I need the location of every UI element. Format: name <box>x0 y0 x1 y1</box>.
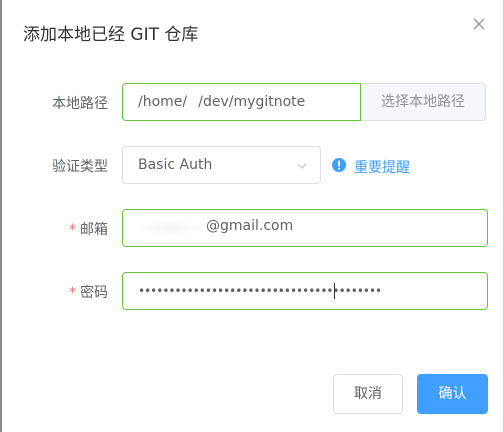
password-label-text: 密码 <box>80 285 108 301</box>
close-icon[interactable] <box>471 16 487 32</box>
text-caret <box>334 283 335 299</box>
password-label: * 密码 <box>18 282 108 302</box>
auth-type-label: 验证类型 <box>52 159 108 175</box>
dialog-title: 添加本地已经 GIT 仓库 <box>23 25 199 45</box>
choose-local-path-button[interactable]: 选择本地路径 <box>361 83 486 121</box>
local-path-label: 本地路径 <box>52 96 108 112</box>
add-git-repo-dialog: 添加本地已经 GIT 仓库 本地路径 /home/ /dev/mygitnote… <box>2 0 503 432</box>
required-mark: * <box>69 285 76 301</box>
auth-type-select[interactable]: Basic Auth <box>122 146 321 184</box>
cancel-button[interactable]: 取消 <box>333 374 403 414</box>
email-domain-text: @gmail.com <box>206 218 294 234</box>
chevron-down-icon[interactable] <box>296 160 308 172</box>
email-label-text: 邮箱 <box>80 222 108 238</box>
warning-circle-icon <box>332 158 346 172</box>
confirm-button[interactable]: 确认 <box>417 374 488 414</box>
local-path-input[interactable]: /home/ /dev/mygitnote <box>122 83 361 121</box>
required-mark: * <box>69 222 76 238</box>
email-label: * 邮箱 <box>18 219 108 239</box>
redacted-email-username <box>136 220 206 236</box>
password-input[interactable]: •••••••••••••••••••••••••••••••••••••••• <box>122 272 488 310</box>
important-notice-link[interactable]: 重要提醒 <box>354 157 410 177</box>
